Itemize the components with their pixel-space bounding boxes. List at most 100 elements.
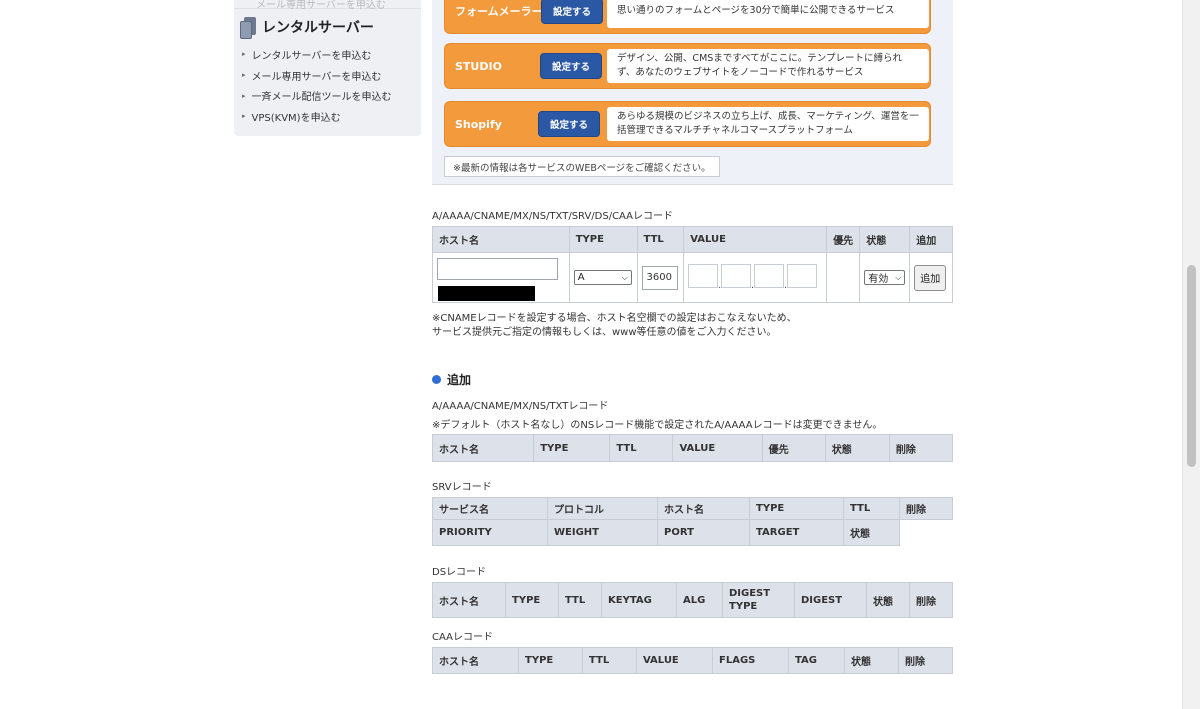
col-priority: 優先 (761, 434, 826, 462)
host-name-input[interactable] (437, 258, 558, 280)
type-select[interactable]: A ⌵ (573, 270, 632, 285)
col-flags: FLAGS (712, 647, 789, 674)
srv-table: サービス名 プロトコル ホスト名 TYPE TTL 削除 PRIORITY WE… (432, 497, 953, 546)
type-select-value: A (577, 272, 585, 283)
sidebar-item-label: メール専用サーバーを申込む (251, 71, 382, 83)
services-note: ※最新の情報は各サービスのWEBページをご確認ください。 (444, 156, 720, 177)
srv-label: SRVレコード (432, 482, 492, 493)
sidebar-section-title: レンタルサーバー (262, 20, 374, 36)
cname-note: ※CNAMEレコードを設定する場合、ホスト名空欄での設定はおこなえないため、 サ… (432, 312, 797, 340)
service-name: STUDIO (455, 59, 502, 73)
scrollbar-thumb[interactable] (1187, 265, 1196, 467)
col-type: TYPE (533, 434, 611, 462)
added-section-heading: 追加 (432, 371, 471, 388)
col-ttl: TTL (558, 582, 602, 618)
chevron-down-icon: ⌵ (895, 272, 902, 282)
col-value: VALUE (636, 647, 713, 674)
ttl-input[interactable]: 3600 (641, 265, 678, 290)
sidebar-item-bulk-mail[interactable]: ▸ 一斉メール配信ツールを申込む (242, 85, 392, 106)
sidebar-cut-label: メール専用サーバーを申込む (256, 0, 386, 11)
entry-section-label: A/AAAA/CNAME/MX/NS/TXT/SRV/DS/CAAレコード (432, 211, 674, 222)
col-type: TYPE (568, 226, 638, 253)
col-host: ホスト名 (432, 582, 506, 618)
col-ttl: TTL (636, 226, 685, 253)
added-records-table: ホスト名 TYPE TTL VALUE 優先 状態 削除 (431, 434, 954, 462)
page-scrollbar[interactable] (1182, 0, 1200, 709)
col-status: 状態 (866, 582, 910, 618)
col-ttl: TTL (582, 647, 637, 674)
sidebar-item-rental-server[interactable]: ▸ レンタルサーバーを申込む (242, 44, 392, 65)
studio-setup-button[interactable]: 設定する (540, 53, 602, 79)
col-priority: PRIORITY (432, 519, 548, 546)
ip-octet-2-input[interactable] (721, 264, 752, 288)
col-host: ホスト名 (657, 497, 750, 520)
col-host: ホスト名 (431, 434, 535, 462)
col-ttl: TTL (609, 434, 674, 462)
cname-note-line1: ※CNAMEレコードを設定する場合、ホスト名空欄での設定はおこなえないため、 (432, 313, 797, 324)
col-protocol: プロトコル (547, 497, 658, 520)
col-status: 状態 (843, 519, 900, 546)
service-studio: STUDIO 設定する デザイン、公開、CMSまですべてがここに。テンプレートに… (444, 43, 931, 89)
col-priority: 優先 (826, 226, 861, 253)
col-service: サービス名 (432, 497, 548, 520)
ip-octet-4-input[interactable] (786, 264, 817, 288)
col-host: ホスト名 (432, 647, 519, 674)
col-target: TARGET (749, 519, 844, 546)
col-delete: 削除 (898, 647, 953, 674)
ip-octet-1-input[interactable] (688, 264, 719, 288)
col-delete: 削除 (899, 497, 953, 520)
col-status: 状態 (859, 226, 911, 253)
ip-octet-3-input[interactable] (753, 264, 784, 288)
service-description: あらゆる規模のビジネスの立ち上げ、成長、マーケティング、運営を一括管理できるマル… (607, 107, 929, 141)
sidebar-section-header: レンタルサーバー (240, 17, 374, 39)
triangle-right-icon: ▸ (242, 112, 246, 121)
status-select-value: 有効 (868, 274, 889, 285)
col-keytag: KEYTAG (601, 582, 677, 618)
triangle-right-icon: ▸ (242, 91, 246, 100)
col-delete: 削除 (888, 434, 954, 462)
col-add: 追加 (909, 226, 953, 253)
triangle-right-icon: ▸ (242, 50, 246, 59)
empty-cell (900, 520, 953, 546)
ds-table: ホスト名 TYPE TTL KEYTAG ALG DIGEST TYPE DIG… (432, 582, 953, 618)
col-status: 状態 (824, 434, 890, 462)
service-name: フォームメーラー (455, 5, 543, 18)
add-record-button[interactable]: 追加 (914, 264, 947, 291)
col-weight: WEIGHT (547, 519, 658, 546)
priority-cell (826, 252, 861, 303)
col-alg: ALG (676, 582, 723, 618)
col-type: TYPE (505, 582, 559, 618)
col-delete: 削除 (909, 582, 953, 618)
service-name: Shopify (455, 117, 502, 131)
cname-note-line2: サービス提供元ご指定の情報もしくは、www等任意の値をご入力ください。 (432, 327, 777, 338)
redacted-box (438, 286, 535, 301)
added-records-note: ※デフォルト（ホスト名なし）のNSレコード機能で設定されたA/AAAAレコードは… (432, 420, 883, 431)
added-section-title: 追加 (447, 373, 472, 387)
sidebar-item-vps[interactable]: ▸ VPS(KVM)を申込む (242, 106, 392, 127)
col-digest: DIGEST (794, 582, 867, 618)
triangle-right-icon: ▸ (242, 71, 246, 80)
sidebar-item-label: VPS(KVM)を申込む (251, 112, 341, 124)
sidebar-cut-item[interactable]: メール専用サーバーを申込む (234, 0, 421, 11)
formmailer-setup-button[interactable]: 設定する (541, 0, 603, 24)
col-type: TYPE (749, 497, 844, 520)
chevron-down-icon: ⌵ (621, 272, 628, 282)
service-formmailer: フォームメーラー 設定する 思い通りのフォームとページを30分で簡単に公開できる… (444, 0, 931, 34)
shopify-setup-button[interactable]: 設定する (538, 111, 600, 137)
col-value: VALUE (683, 226, 828, 253)
col-tag: TAG (788, 647, 845, 674)
sidebar-item-label: 一斉メール配信ツールを申込む (251, 92, 392, 104)
service-description: デザイン、公開、CMSまですべてがここに。テンプレートに縛られず、あなたのウェブ… (607, 49, 929, 83)
sidebar-item-label: レンタルサーバーを申込む (251, 50, 372, 62)
ds-label: DSレコード (432, 567, 487, 578)
col-host: ホスト名 (432, 226, 570, 253)
col-ttl: TTL (843, 497, 900, 520)
bullet-dot-icon (432, 375, 441, 384)
status-select[interactable]: 有効 ⌵ (864, 270, 906, 285)
service-description: 思い通りのフォームとページを30分で簡単に公開できるサービス (607, 0, 929, 28)
caa-label: CAAレコード (432, 632, 493, 643)
col-port: PORT (657, 519, 750, 546)
server-icon (240, 17, 256, 39)
col-status: 状態 (844, 647, 899, 674)
sidebar-item-mail-server[interactable]: ▸ メール専用サーバーを申込む (242, 65, 392, 86)
